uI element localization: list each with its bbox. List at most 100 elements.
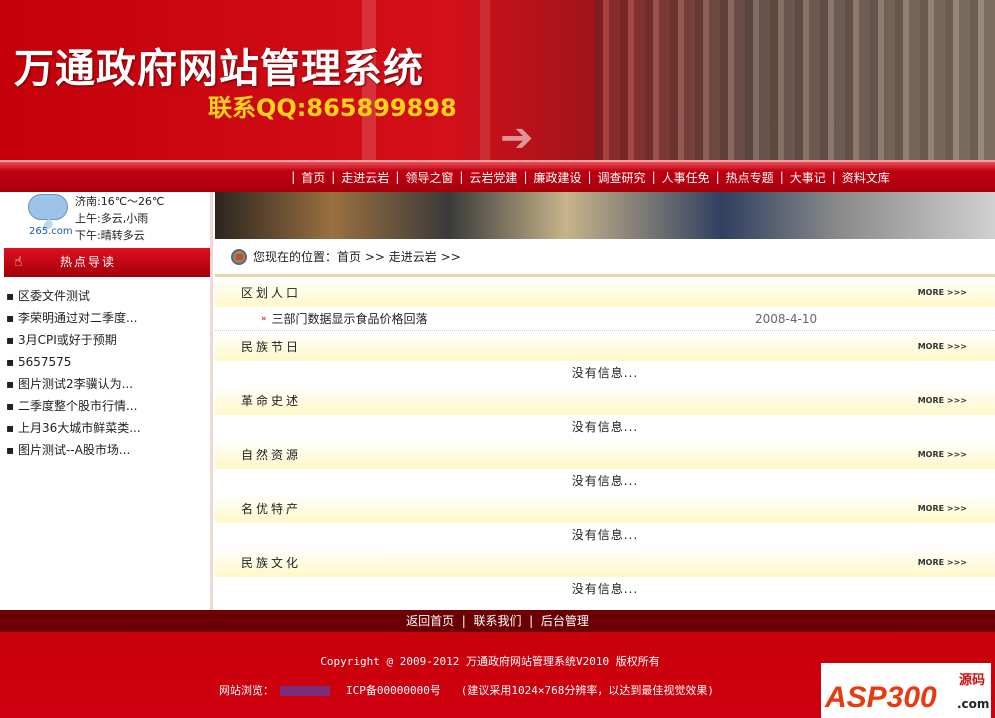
article-title[interactable]: 三部门数据显示食品价格回落 [272, 310, 428, 327]
left-sidebar: 265.com 济南:16℃～26℃ 上午:多云,小雨 下午:晴转多云 ☝ 热点… [0, 192, 213, 610]
list-item[interactable]: ▪ 5657575 [6, 351, 141, 373]
section: 自然资源 MORE >>> 没有信息... [215, 439, 995, 493]
footer-link-contact[interactable]: 联系我们 [473, 614, 521, 628]
nav-separator: | [459, 170, 464, 184]
section-title: 民族文化 [241, 555, 302, 570]
visit-counter [280, 686, 330, 696]
empty-message: 没有信息... [571, 366, 639, 380]
section: 民族节日 MORE >>> 没有信息... [215, 331, 995, 385]
list-item-link[interactable]: 区委文件测试 [18, 289, 90, 303]
footer-links: 返回首页 | 联系我们 | 后台管理 [0, 610, 995, 632]
list-item-link[interactable]: 李荣明通过对二季度... [18, 311, 137, 325]
nav-item[interactable]: 领导之窗 [405, 169, 453, 186]
more-link[interactable]: MORE >>> [918, 558, 967, 567]
section-title: 民族节日 [241, 339, 302, 354]
cloud-icon [28, 194, 68, 220]
weather-morning: 上午:多云,小雨 [75, 212, 149, 225]
visits-label: 网站浏览： [219, 684, 274, 697]
section: 革命史述 MORE >>> 没有信息... [215, 385, 995, 439]
breadcrumb-label: 您现在的位置： [253, 249, 338, 264]
site-title: 万通政府网站管理系统 [14, 45, 424, 92]
nav-separator: | [715, 170, 720, 184]
nav-separator: | [291, 170, 296, 184]
breadcrumb-home[interactable]: 首页 [337, 240, 361, 274]
section-title: 名优特产 [241, 501, 302, 516]
decor-bar [480, 0, 490, 160]
list-item[interactable]: ▪ 图片测试2李骥认为... [6, 373, 141, 395]
list-item-link[interactable]: 图片测试--A股市场... [18, 443, 130, 457]
article-row[interactable]: » 三部门数据显示食品价格回落 2008-4-10 [215, 307, 995, 331]
section-title: 自然资源 [241, 447, 302, 462]
bullet-icon: » [261, 313, 267, 324]
list-item[interactable]: ▪ 图片测试--A股市场... [6, 439, 141, 461]
more-link[interactable]: MORE >>> [918, 450, 967, 459]
logo-domain: .com [957, 697, 990, 711]
contact-qq: 联系QQ:865899898 [208, 94, 457, 122]
section: 名优特产 MORE >>> 没有信息... [215, 493, 995, 547]
footer-link-admin[interactable]: 后台管理 [541, 614, 589, 628]
empty-message: 没有信息... [571, 474, 639, 488]
nav-separator: | [331, 170, 336, 184]
main-nav: | 首页 | 走进云岩 | 领导之窗 | 云岩党建 | 廉政建设 | 调查研究 | 人事任免… [0, 160, 995, 192]
breadcrumb: 您现在的位置： 首页 >> 走进云岩 >> [215, 239, 995, 277]
hot-reading-title: 热点导读 [60, 255, 117, 269]
list-item-link[interactable]: 图片测试2李骥认为... [18, 377, 133, 391]
resolution-tip: (建议采用1024×768分辨率，以达到最佳视觉效果) [460, 684, 714, 697]
asp300-logo[interactable]: ASP300 源码 .com [821, 663, 991, 718]
weather-widget: 265.com 济南:16℃～26℃ 上午:多云,小雨 下午:晴转多云 [0, 192, 210, 245]
section-quhua: 区划人口 MORE >>> » 三部门数据显示食品价格回落 2008-4-10 [215, 277, 995, 331]
breadcrumb-current[interactable]: 走进云岩 [389, 240, 437, 274]
arrow-icon: ➔ [500, 115, 534, 160]
breadcrumb-separator: >> [364, 249, 385, 264]
nav-separator: | [779, 170, 784, 184]
list-item[interactable]: ▪ 3月CPI或好于预期 [6, 329, 141, 351]
list-item-link[interactable]: 上月36大城市鲜菜类... [18, 421, 141, 435]
pointing-hand-icon: ☝ [14, 254, 23, 270]
list-item[interactable]: ▪ 区委文件测试 [6, 285, 141, 307]
breadcrumb-separator: >> [440, 249, 461, 264]
weather-city: 济南:16℃～26℃ [75, 195, 165, 208]
hot-reading-list: ▪ 区委文件测试 ▪ 李荣明通过对二季度... ▪ 3月CPI或好于预期 ▪ 5… [6, 285, 141, 461]
nav-item[interactable]: 云岩党建 [469, 169, 517, 186]
site-header: 万通政府网站管理系统 联系QQ:865899898 ➔ [0, 0, 995, 160]
main-content: 您现在的位置： 首页 >> 走进云岩 >> 区划人口 MORE >>> » 三部门数… [215, 192, 995, 610]
empty-message: 没有信息... [571, 582, 639, 596]
more-link[interactable]: MORE >>> [918, 288, 967, 297]
empty-message: 没有信息... [571, 420, 639, 434]
nav-item[interactable]: 走进云岩 [341, 169, 389, 186]
city-banner-image [215, 192, 995, 239]
home-icon [231, 248, 247, 265]
nav-item-home[interactable]: 首页 [301, 169, 325, 186]
nav-separator: | [587, 170, 592, 184]
nav-separator: | [651, 170, 656, 184]
nav-item[interactable]: 大事记 [790, 169, 826, 186]
nav-item[interactable]: 廉政建设 [533, 169, 581, 186]
section-title: 革命史述 [241, 393, 302, 408]
nav-item[interactable]: 调查研究 [598, 169, 646, 186]
list-item-link[interactable]: 5657575 [18, 355, 71, 369]
more-link[interactable]: MORE >>> [918, 504, 967, 513]
icp-number[interactable]: ICP备00000000号 [346, 684, 441, 697]
city-skyline-image [595, 0, 995, 160]
list-item[interactable]: ▪ 上月36大城市鲜菜类... [6, 417, 141, 439]
section-title: 区划人口 [241, 285, 302, 300]
nav-separator: | [523, 170, 528, 184]
footer-link-home[interactable]: 返回首页 [406, 614, 454, 628]
more-link[interactable]: MORE >>> [918, 342, 967, 351]
list-item-link[interactable]: 二季度整个股市行情... [18, 399, 137, 413]
list-item-link[interactable]: 3月CPI或好于预期 [18, 333, 117, 347]
empty-message: 没有信息... [571, 528, 639, 542]
nav-item[interactable]: 资料文库 [842, 169, 890, 186]
logo-sub: 源码 [959, 673, 986, 688]
nav-separator: | [395, 170, 400, 184]
list-item[interactable]: ▪ 李荣明通过对二季度... [6, 307, 141, 329]
nav-item[interactable]: 人事任免 [662, 169, 710, 186]
list-item[interactable]: ▪ 二季度整个股市行情... [6, 395, 141, 417]
more-link[interactable]: MORE >>> [918, 396, 967, 405]
weather-afternoon: 下午:晴转多云 [75, 229, 145, 242]
section: 民族文化 MORE >>> 没有信息... [215, 547, 995, 601]
weather-provider[interactable]: 265.com [29, 226, 73, 237]
nav-separator: | [831, 170, 836, 184]
nav-item[interactable]: 热点专题 [726, 169, 774, 186]
logo-text: ASP300 [825, 681, 937, 714]
